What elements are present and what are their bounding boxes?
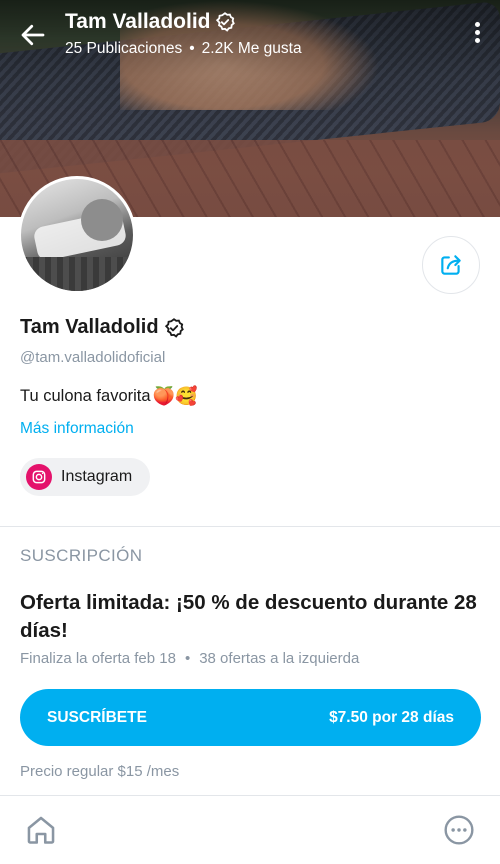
subscribe-button-price: $7.50 por 28 días xyxy=(329,708,454,726)
header-title: Tam Valladolid xyxy=(65,10,236,34)
bottom-nav xyxy=(0,796,500,864)
profile-name: Tam Valladolid xyxy=(20,316,185,339)
profile-name-text: Tam Valladolid xyxy=(20,316,159,338)
avatar[interactable] xyxy=(18,176,136,294)
offer-title: Oferta limitada: ¡50 % de descuento dura… xyxy=(20,591,477,642)
offers-left: 38 ofertas a la izquierda xyxy=(199,650,360,667)
home-icon xyxy=(27,816,55,844)
header-title-text: Tam Valladolid xyxy=(65,10,211,33)
verified-badge-icon xyxy=(164,317,184,338)
menu-button[interactable] xyxy=(443,814,475,846)
offer-meta-separator: • xyxy=(184,650,191,667)
instagram-icon xyxy=(26,464,52,490)
share-button[interactable] xyxy=(422,236,480,294)
arrow-left-icon xyxy=(21,24,45,46)
bio-emoji: 🍑🥰 xyxy=(152,386,198,406)
avatar-shape-3 xyxy=(21,257,133,291)
header-stats: 25 Publicaciones • 2.2K Me gusta xyxy=(65,40,302,58)
bio-text: Tu culona favorita xyxy=(20,387,151,405)
more-info-link[interactable]: Más información xyxy=(20,420,134,438)
share-icon xyxy=(441,255,461,275)
regular-price: Precio regular $15 /mes xyxy=(20,763,180,780)
back-button[interactable] xyxy=(18,20,48,50)
top-bar: Tam Valladolid 25 Publicaciones • 2.2K Me … xyxy=(0,0,500,70)
subscription-section-label: SUSCRIPCIÓN xyxy=(20,546,143,565)
subscribe-button[interactable]: SUSCRÍBETE $7.50 por 28 días xyxy=(20,689,481,746)
posts-count: 25 Publicaciones xyxy=(65,40,183,57)
profile-bio: Tu culona favorita 🍑🥰 xyxy=(20,386,197,407)
more-horizontal-icon xyxy=(444,815,474,845)
verified-badge-icon xyxy=(216,12,236,32)
likes-count: 2.2K Me gusta xyxy=(201,40,302,57)
stats-separator: • xyxy=(189,40,195,57)
more-options-button[interactable] xyxy=(472,22,482,48)
profile-handle: @tam.valladolidoficial xyxy=(20,349,166,366)
instagram-label: Instagram xyxy=(61,468,133,485)
subscribe-button-label: SUSCRÍBETE xyxy=(47,708,147,726)
section-divider xyxy=(0,526,500,527)
vertical-dots-icon xyxy=(472,22,482,43)
instagram-link[interactable]: Instagram xyxy=(20,458,151,496)
home-button[interactable] xyxy=(24,813,58,847)
avatar-shape-2 xyxy=(81,199,123,241)
offer-ends: Finaliza la oferta feb 18 xyxy=(20,650,176,667)
offer-meta: Finaliza la oferta feb 18 • 38 ofertas a l… xyxy=(20,650,359,667)
